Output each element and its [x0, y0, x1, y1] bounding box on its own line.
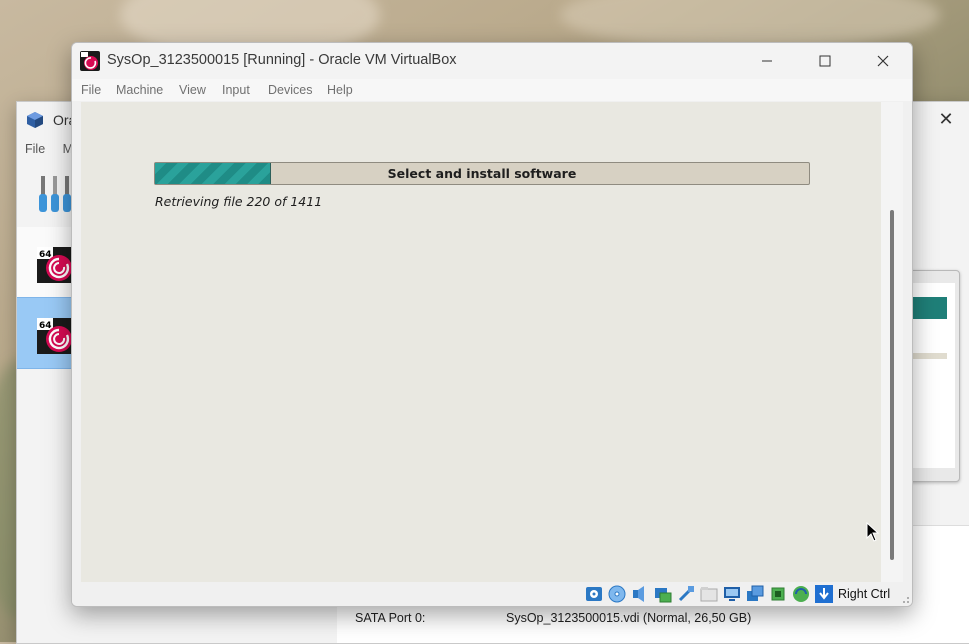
sata-port-label: SATA Port 0: [355, 611, 426, 625]
menu-view[interactable]: View [179, 83, 206, 97]
vm-statusbar: Right Ctrl [72, 582, 912, 606]
virtualbox-logo-icon [27, 112, 43, 128]
progress-label: Select and install software [387, 166, 577, 181]
minimize-button[interactable] [738, 43, 796, 79]
progress-status-text: Retrieving file 220 of 1411 [155, 194, 323, 209]
menu-file[interactable]: File [81, 83, 101, 97]
debian-app-icon [80, 51, 100, 71]
menu-help[interactable]: Help [327, 83, 353, 97]
manager-close-icon[interactable]: ✕ [934, 108, 958, 132]
manager-menu-file[interactable]: File [25, 142, 45, 156]
optical-disk-icon[interactable] [608, 585, 626, 603]
hard-disk-icon[interactable] [585, 585, 603, 603]
preview-track [909, 353, 947, 359]
cpu-icon[interactable] [769, 585, 787, 603]
preview-screen [909, 283, 955, 468]
vertical-scrollbar[interactable] [881, 102, 903, 582]
vm-badge: 64 [39, 250, 52, 260]
vm-window-title: SysOp_3123500015 [Running] - Oracle VM V… [107, 52, 457, 68]
maximize-icon [819, 55, 831, 67]
keyboard-icon[interactable] [815, 585, 833, 603]
vm-list: 64 64 [17, 227, 77, 372]
menu-input[interactable]: Input [222, 83, 250, 97]
guest-display[interactable]: Select and install software Retrieving f… [81, 102, 881, 582]
vm-list-item-selected[interactable]: 64 [17, 297, 77, 369]
close-icon [877, 55, 889, 67]
vm-window[interactable]: SysOp_3123500015 [Running] - Oracle VM V… [71, 42, 913, 607]
network-icon[interactable] [654, 585, 672, 603]
vm-badge: 64 [39, 321, 52, 331]
menu-machine[interactable]: Machine [116, 83, 163, 97]
video-capture-icon[interactable] [746, 585, 764, 603]
vm-titlebar[interactable]: SysOp_3123500015 [Running] - Oracle VM V… [72, 43, 912, 79]
maximize-button[interactable] [796, 43, 854, 79]
sata-port-value: SysOp_3123500015.vdi (Normal, 26,50 GB) [506, 611, 752, 625]
preview-progress-bar [909, 297, 947, 319]
resize-grip-icon[interactable] [900, 594, 910, 604]
shared-folders-icon[interactable] [700, 585, 718, 603]
audio-icon[interactable] [631, 585, 649, 603]
vm-preview-thumbnail [908, 270, 960, 482]
usb-icon[interactable] [677, 585, 695, 603]
scrollbar-thumb[interactable] [890, 210, 894, 560]
vm-menubar: File Machine View Input Devices Help [72, 79, 912, 101]
mouse-pointer-icon [866, 522, 880, 542]
close-button[interactable] [854, 43, 912, 79]
vm-list-item[interactable]: 64 [17, 227, 77, 298]
menu-devices[interactable]: Devices [268, 83, 312, 97]
host-key-label[interactable]: Right Ctrl [838, 587, 890, 601]
display-icon[interactable] [723, 585, 741, 603]
mouse-integration-icon[interactable] [792, 585, 810, 603]
minimize-icon [762, 60, 772, 62]
install-progress-bar: Select and install software [154, 162, 810, 185]
